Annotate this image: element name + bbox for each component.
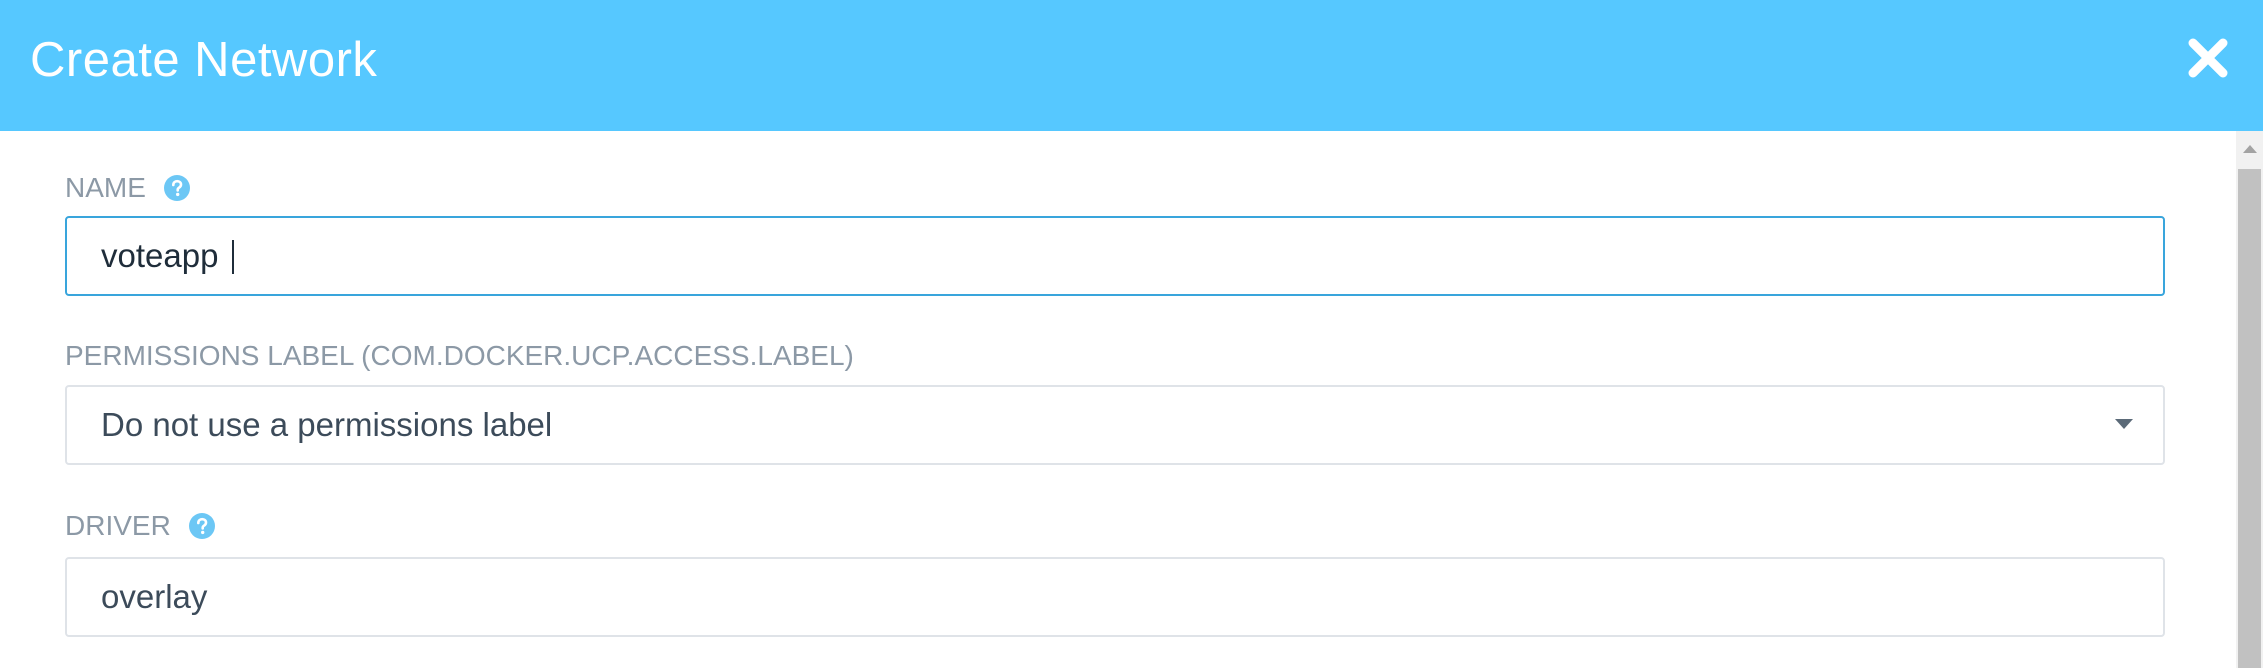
name-input-box[interactable] bbox=[65, 216, 2165, 296]
driver-value: overlay bbox=[101, 578, 208, 615]
close-icon bbox=[2188, 38, 2228, 78]
driver-label-text: DRIVER bbox=[65, 510, 171, 541]
permissions-select[interactable]: Do not use a permissions label bbox=[65, 385, 2165, 465]
close-button[interactable] bbox=[2185, 35, 2231, 81]
vertical-scrollbar[interactable] bbox=[2236, 131, 2263, 668]
permissions-label-text: PERMISSIONS LABEL (COM.DOCKER.UCP.ACCESS… bbox=[65, 340, 854, 371]
name-help-icon[interactable] bbox=[163, 174, 190, 201]
text-caret bbox=[232, 240, 234, 274]
name-label-text: NAME bbox=[65, 172, 146, 203]
driver-help-icon[interactable] bbox=[188, 512, 215, 539]
dialog-header: Create Network bbox=[0, 0, 2263, 131]
dialog-body: NAME PERMISSIONS LABEL (COM.DOCKER.UCP.A… bbox=[0, 131, 2236, 668]
permissions-selected-value: Do not use a permissions label bbox=[101, 406, 553, 443]
arrow-up-icon bbox=[2243, 145, 2257, 153]
dialog-title: Create Network bbox=[30, 33, 378, 87]
caret-down-icon bbox=[2115, 419, 2133, 429]
name-field-label: NAME bbox=[65, 171, 190, 205]
scroll-up-button[interactable] bbox=[2236, 131, 2263, 168]
driver-field[interactable]: overlay bbox=[65, 557, 2165, 637]
scrollbar-thumb[interactable] bbox=[2238, 169, 2261, 668]
driver-field-label: DRIVER bbox=[65, 509, 215, 543]
name-input[interactable] bbox=[101, 218, 2101, 294]
permissions-field-label: PERMISSIONS LABEL (COM.DOCKER.UCP.ACCESS… bbox=[65, 339, 854, 373]
